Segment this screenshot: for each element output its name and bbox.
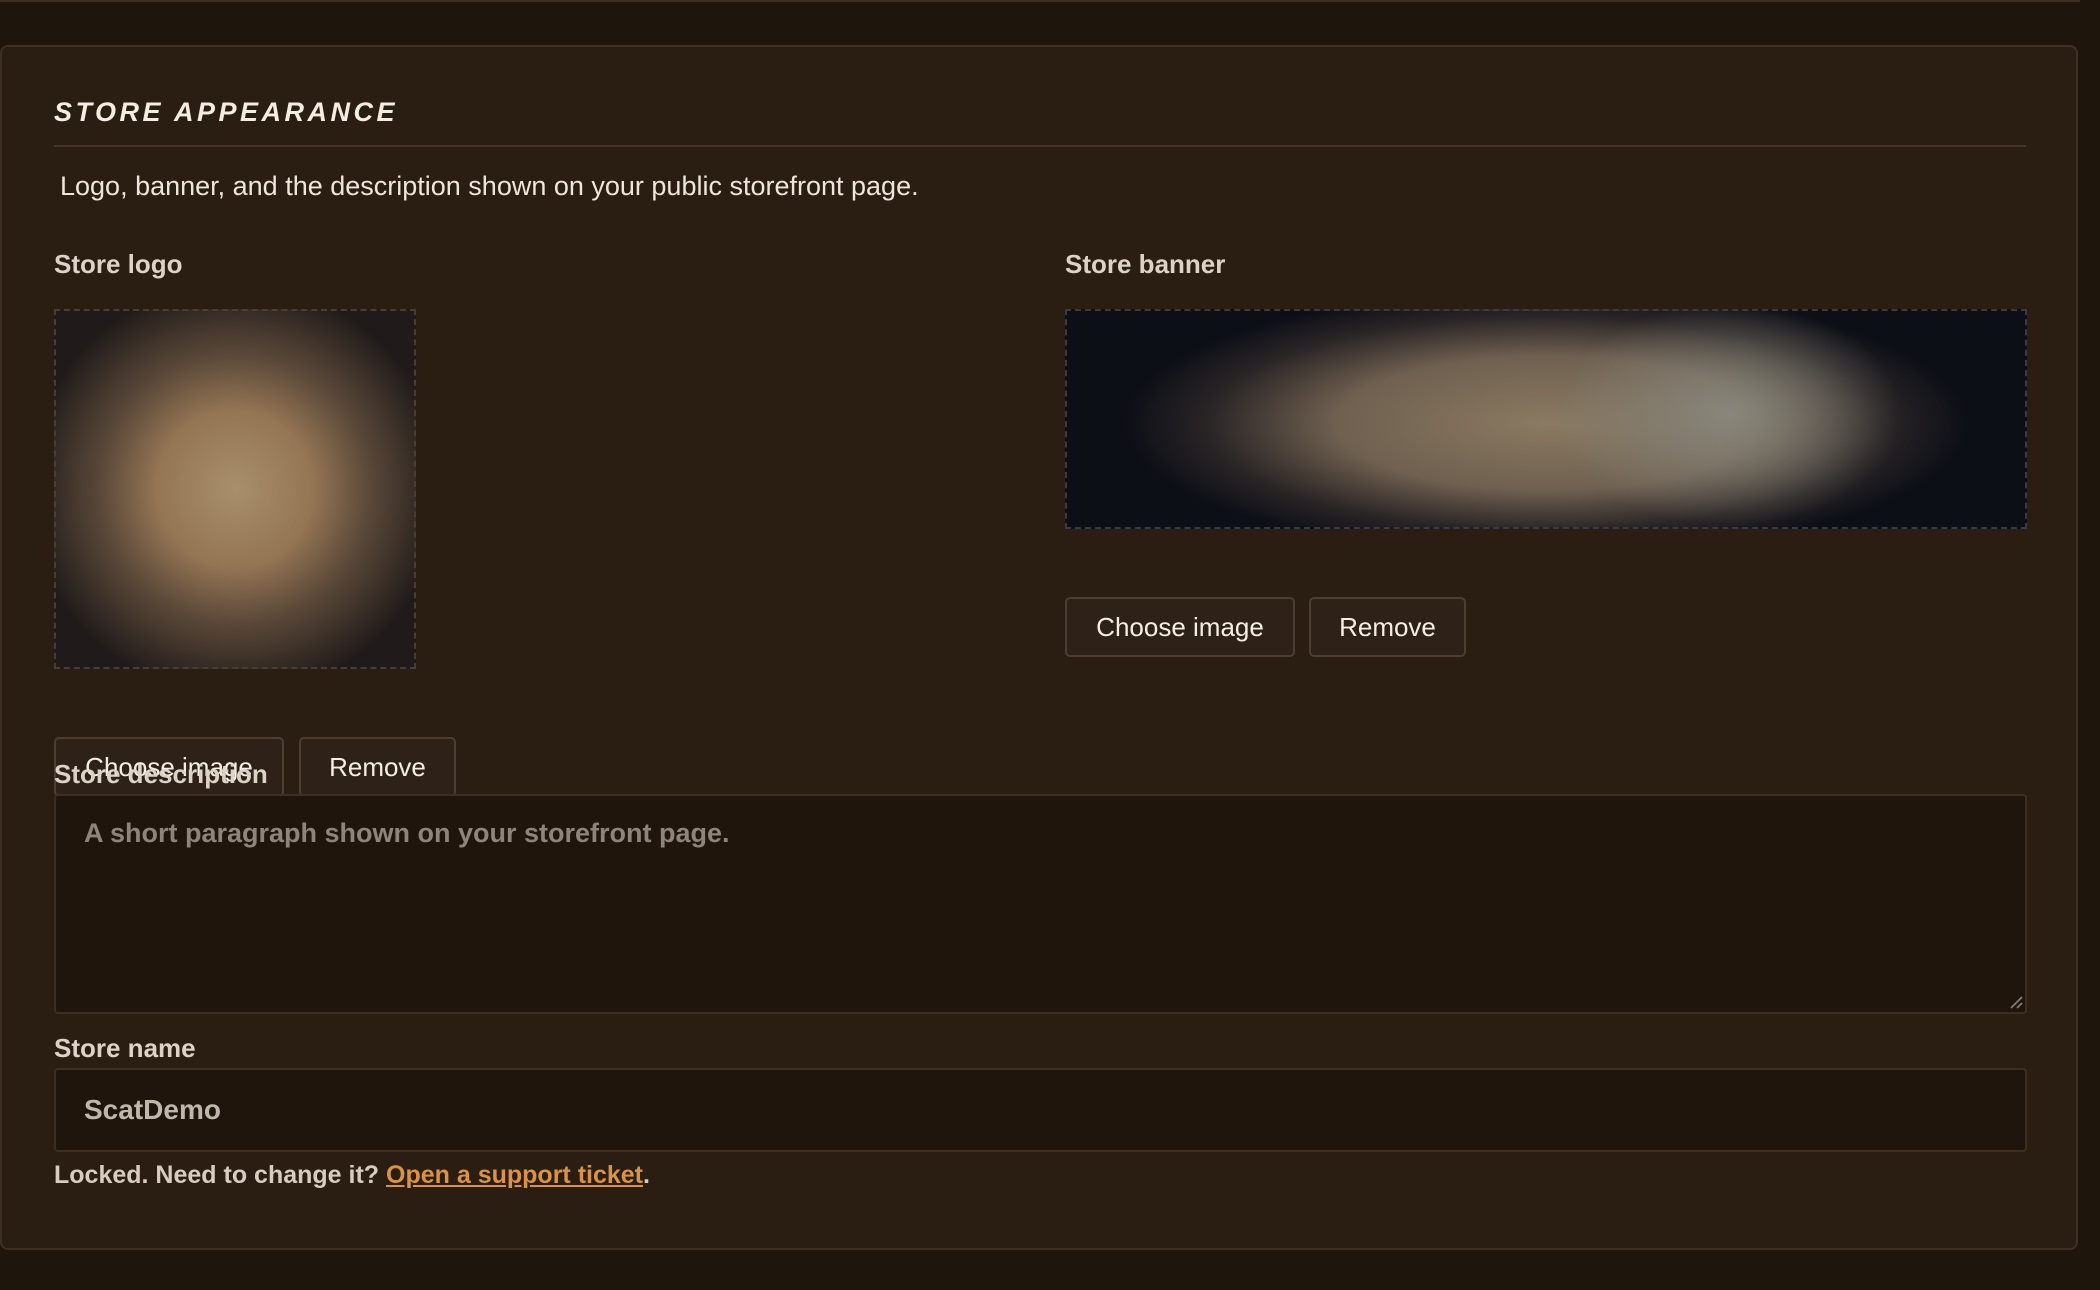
store-name-help: Locked. Need to change it? Open a suppor… — [54, 1161, 650, 1190]
store-logo-label: Store logo — [54, 249, 183, 279]
store-name-help-suffix: . — [643, 1161, 650, 1189]
store-banner-label: Store banner — [1065, 249, 1226, 279]
top-divider — [0, 0, 2080, 2]
store-description-textarea[interactable] — [54, 794, 2027, 1014]
store-name-help-text: Locked. Need to change it? — [54, 1161, 380, 1189]
store-logo-preview — [54, 309, 416, 669]
section-description: Logo, banner, and the description shown … — [60, 171, 919, 201]
store-appearance-card: STORE APPEARANCE Logo, banner, and the d… — [0, 45, 2078, 1250]
store-name-label: Store name — [54, 1033, 196, 1063]
open-support-ticket-link[interactable]: Open a support ticket — [386, 1161, 643, 1189]
section-title: STORE APPEARANCE — [54, 97, 399, 127]
banner-choose-image-button[interactable]: Choose image — [1065, 597, 1295, 657]
store-banner-preview — [1065, 309, 2027, 529]
store-name-input[interactable] — [54, 1068, 2027, 1152]
section-divider — [54, 145, 2026, 147]
banner-remove-button[interactable]: Remove — [1309, 597, 1466, 657]
store-description-label: Store description — [54, 759, 268, 789]
resize-handle-icon[interactable] — [2009, 995, 2023, 1009]
logo-remove-button[interactable]: Remove — [299, 737, 456, 797]
